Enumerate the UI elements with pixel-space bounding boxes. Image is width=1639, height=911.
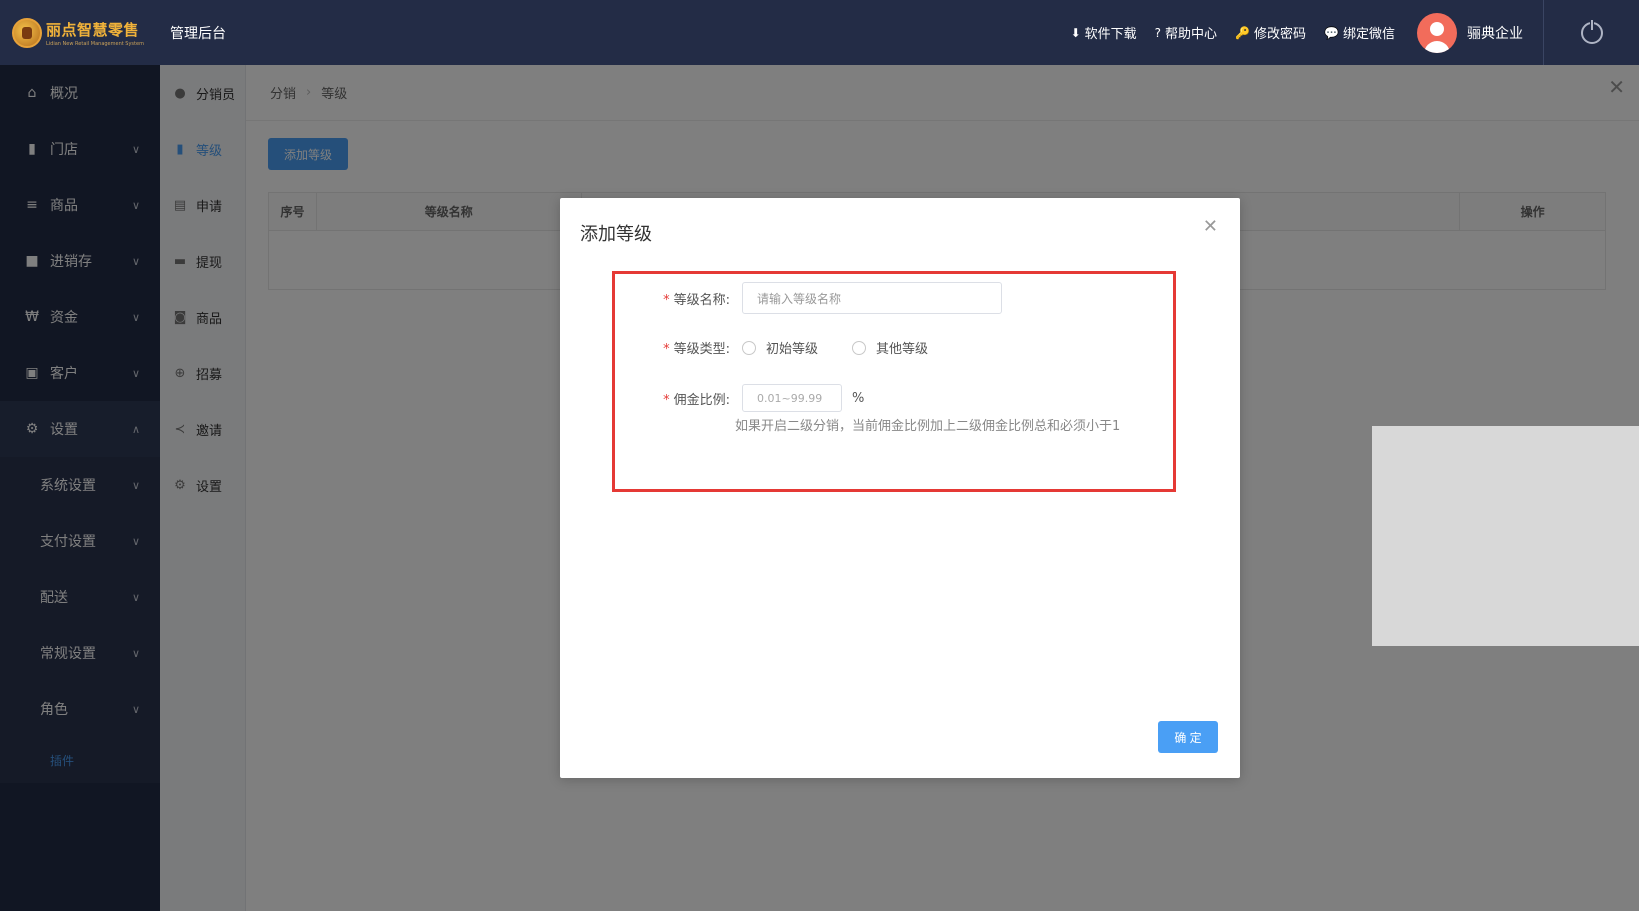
level-type-label: 等级类型: [673,342,730,357]
level-name-label: 等级名称: [673,292,730,308]
logo-title: 丽点智慧零售 [46,20,140,39]
avatar [1417,12,1457,53]
dialog-title: 添加等级 [580,224,652,245]
level-type-row: * 等级类型: 初始等级 其他等级 [610,338,950,357]
admin-title: 管理后台 [170,25,226,42]
wechat-icon: 💬 [1324,25,1339,40]
top-header: 丽点智慧零售 Lidian New Retail Management Syst… [0,0,1639,65]
level-name-input[interactable]: 请输入等级名称 [742,282,1002,314]
username: 骊典企业 [1467,25,1523,42]
key-icon: 🔑 [1235,25,1251,40]
software-download-link[interactable]: ⬇ 软件下载 [1070,23,1137,43]
floating-panel [1372,426,1639,646]
percent-unit: % [852,390,865,406]
commission-hint: 如果开启二级分销，当前佣金比例加上二级佣金比例总和必须小于1 [735,419,1121,434]
confirm-button[interactable]: 确 定 [1158,721,1218,753]
power-icon [1580,18,1603,44]
add-level-dialog: 添加等级 ✕ * 等级名称: 请输入等级名称 * 等级类型: 初始等级 其他等级 *… [560,198,1240,778]
logo-subtitle: Lidian New Retail Management System [46,40,144,47]
download-icon: ⬇ [1070,25,1081,40]
logo-icon [12,17,42,48]
logo: 丽点智慧零售 Lidian New Retail Management Syst… [0,17,160,48]
header-actions: ⬇ 软件下载 ? 帮助中心 🔑 修改密码 💬 绑定微信 骊典企业 [1053,0,1639,65]
commission-rate-label: 佣金比例: [673,392,730,408]
help-center-link[interactable]: ? 帮助中心 [1154,23,1217,43]
logout-button[interactable] [1543,0,1639,65]
commission-rate-row: * 佣金比例: 0.01~99.99 % [610,384,864,412]
close-icon[interactable]: ✕ [1203,216,1218,237]
help-icon: ? [1154,25,1162,40]
change-password-link[interactable]: 🔑 修改密码 [1235,23,1306,43]
level-name-row: * 等级名称: 请输入等级名称 [610,282,1002,314]
user-menu[interactable]: 骊典企业 [1417,12,1523,53]
radio-initial-level[interactable]: 初始等级 [742,338,818,357]
commission-rate-input[interactable]: 0.01~99.99 [742,384,842,412]
bind-wechat-link[interactable]: 💬 绑定微信 [1324,23,1395,43]
radio-other-level[interactable]: 其他等级 [852,338,928,357]
